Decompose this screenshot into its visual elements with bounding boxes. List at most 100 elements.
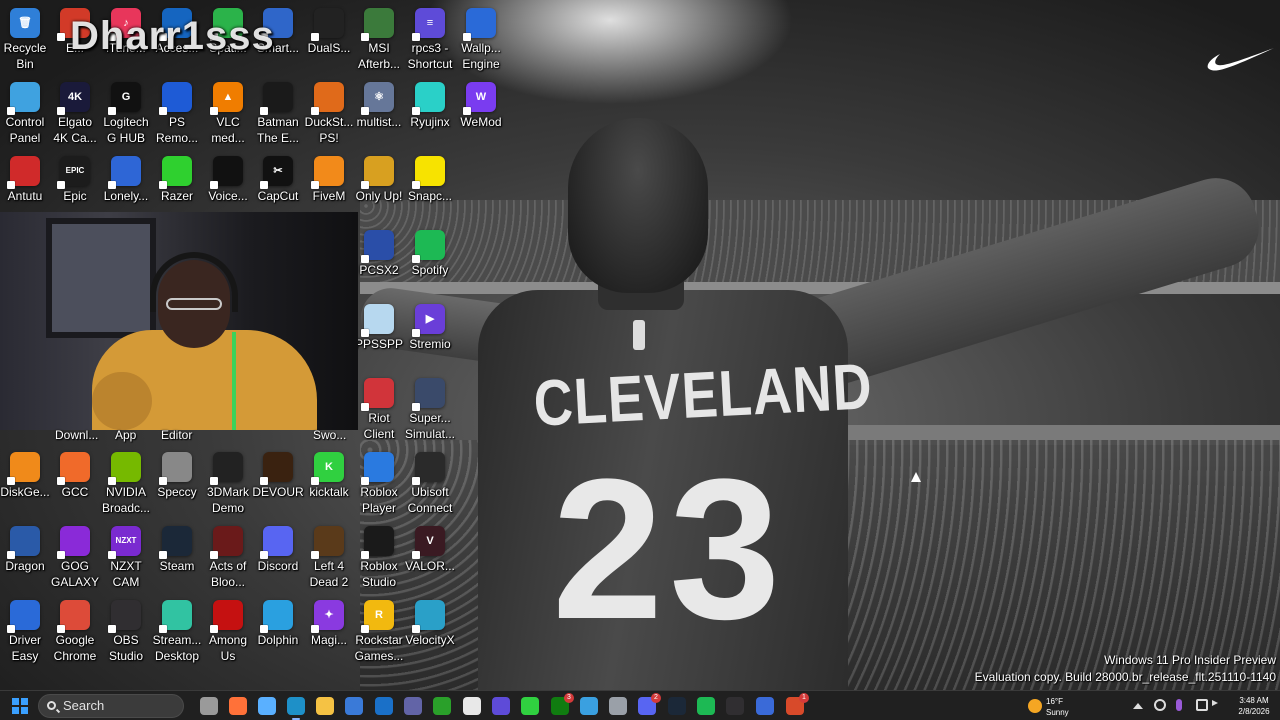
desktop-icon-label: Among Us [208,633,248,663]
desktop-icon-dolphin[interactable]: Dolphin [252,598,304,672]
desktop-icon-driver-easy[interactable]: Driver Easy [0,598,51,672]
desktop-icon-rockstar[interactable]: R Rockstar Games... [353,598,405,672]
taskbar-steam-icon[interactable] [668,697,686,715]
desktop-icon-velocityx[interactable]: VelocityX [404,598,456,672]
desktop-icon-label: kicktalk [309,485,349,499]
taskbar-firefox-icon[interactable] [229,697,247,715]
taskbar-copilot-icon[interactable] [258,697,276,715]
taskbar-xbox-app-icon[interactable] [433,697,451,715]
taskbar-photos-icon[interactable] [580,697,598,715]
desktop-icon-magic[interactable]: ✦ Magi... [303,598,355,672]
desktop-icon-roblox-player[interactable]: Roblox Player [353,450,405,524]
headset-cable [232,332,236,430]
start-button[interactable] [12,698,28,714]
taskbar-rpcs3-icon[interactable] [492,697,510,715]
desktop-icon-steam[interactable]: Steam [151,524,203,598]
roblox-studio-icon [361,526,394,559]
microphone-icon[interactable] [1176,699,1182,711]
taskbar-app-icon[interactable] [756,697,774,715]
volume-icon[interactable] [1212,700,1218,706]
taskbar-discord-icon[interactable]: 2 [638,693,661,715]
desktop-icon-label: Epic [63,189,87,203]
taskbar-settings-icon[interactable] [609,697,627,715]
desktop-icon-wemod[interactable]: W WeMod [455,80,507,154]
desktop-icon-stremio[interactable]: ▶ Stremio [404,302,456,376]
desktop-icon-simulator[interactable]: Super... Simulat... [404,376,456,450]
taskbar-notepad-icon[interactable] [463,697,481,715]
desktop-icon-only-up[interactable]: Only Up! [353,154,405,228]
desktop-icon-valorant[interactable]: V VALOR... [404,524,456,598]
desktop-icon-ryujinx[interactable]: Ryujinx [404,80,456,154]
icon-label-app[interactable]: App [115,428,136,442]
desktop-icon-vlc[interactable]: ▲ VLC med... [202,80,254,154]
desktop-icon-snapchat[interactable]: Snapc... [404,154,456,228]
desktop-icon-acts-of-blood[interactable]: Acts of Bloo... [202,524,254,598]
desktop-icon-elgato[interactable]: 4K Elgato 4K Ca... [49,80,101,154]
taskbar-teams-icon[interactable] [404,697,422,715]
desktop-icon-nvidia-broadcast[interactable]: NVIDIA Broadc... [100,450,152,524]
taskbar-store-icon[interactable] [345,697,363,715]
batman-icon [260,82,293,115]
taskbar-xbox-icon[interactable]: 3 [551,693,574,715]
weather-condition: Sunny [1046,708,1069,717]
desktop-icon-kicktalk[interactable]: Kkicktalk [303,450,355,524]
icon-label-swo[interactable]: Swo... [313,428,346,442]
desktop-icon-riot-client[interactable]: Riot Client [353,376,405,450]
mouse-cursor-icon [911,472,921,482]
taskbar-file-explorer-icon[interactable] [316,697,334,715]
desktop-icon-chrome[interactable]: Google Chrome [49,598,101,672]
icon-label-editor[interactable]: Editor [161,428,192,442]
nba-logo-icon [633,320,645,350]
desktop-icon-ubisoft[interactable]: Ubisoft Connect [404,450,456,524]
duckstation-icon [311,82,344,115]
taskbar-edge-icon[interactable] [287,697,305,720]
desktop-icon-pcsx2[interactable]: PCSX2 [353,228,405,302]
weather-widget[interactable]: 16°F Sunny [1026,693,1096,719]
desktop-icon-recycle-bin[interactable]: 🗑 Recycle Bin [0,6,51,80]
desktop-icon-label: DEVOUR [252,485,304,499]
taskbar-obs-icon[interactable] [726,697,744,715]
taskbar-task-view-icon[interactable] [200,697,218,715]
desktop-icon-discord[interactable]: Discord [252,524,304,598]
taskbar-app-badge-icon[interactable]: 1 [786,693,809,715]
desktop-icon-gog-galaxy[interactable]: GOG GALAXY [49,524,101,598]
desktop-icon-obs[interactable]: OBS Studio [100,598,152,672]
desktop-icon-logitech[interactable]: G Logitech G HUB [100,80,152,154]
desktop-icon-msi-afterburner[interactable]: MSI Afterb... [353,6,405,80]
show-hidden-icons-chevron-icon[interactable] [1133,703,1143,709]
taskbar-search[interactable]: Search [38,694,184,718]
desktop-icon-roblox-studio[interactable]: Roblox Studio [353,524,405,598]
sync-icon[interactable] [1154,699,1166,711]
logitech-icon: G [108,82,141,115]
taskbar: Search 3 2 1 16°F Sunny 3:48 AM 2/8/2026 [0,690,1280,720]
desktop-icon-batman[interactable]: Batman The E... [252,80,304,154]
desktop-icon-control-panel[interactable]: Control Panel [0,80,51,154]
desktop-icon-speccy[interactable]: Speccy [151,450,203,524]
desktop-icon-duckstation[interactable]: DuckSt... PS! [303,80,355,154]
desktop-icon-ps-remote-play[interactable]: PS Remo... [151,80,203,154]
desktop-icon-gcc[interactable]: GCC [49,450,101,524]
player-head [568,118,708,293]
taskbar-spotify-icon[interactable] [697,697,715,715]
network-icon[interactable] [1196,699,1208,711]
desktop-icon-streamlabs[interactable]: Stream... Desktop [151,598,203,672]
taskbar-clock[interactable]: 3:48 AM 2/8/2026 [1232,695,1276,717]
desktop-icon-dualsense[interactable]: DualS... [303,6,355,80]
desktop-icon-devour[interactable]: DEVOUR [252,450,304,524]
taskbar-kick-icon[interactable] [521,697,539,715]
taskbar-outlook-icon[interactable] [375,697,393,715]
desktop-icon-spotify[interactable]: Spotify [404,228,456,302]
desktop-icon-ppsspp[interactable]: PPSSPP [353,302,405,376]
desktop-icon-left4dead2[interactable]: Left 4 Dead 2 [303,524,355,598]
desktop-icon-dragon[interactable]: Dragon [0,524,51,598]
desktop-icon-rpcs3[interactable]: ≡ rpcs3 - Shortcut [404,6,456,80]
desktop-icon-among-us[interactable]: Among Us [202,598,254,672]
desktop-icon-multistream[interactable]: ⚛ multist... [353,80,405,154]
icon-label-downloads[interactable]: Downl... [55,428,98,442]
desktop-icon-nzxt-cam[interactable]: NZXT NZXT CAM [100,524,152,598]
desktop-icon-diskgenius[interactable]: DiskGe... [0,450,51,524]
desktop-icon-3dmark[interactable]: 3DMark Demo [202,450,254,524]
desktop-icon-label: Dolphin [257,633,299,647]
desktop-icon-wallpaper-engine[interactable]: Wallp... Engine [455,6,507,80]
desktop-icon-label: NVIDIA Broadc... [101,485,151,515]
